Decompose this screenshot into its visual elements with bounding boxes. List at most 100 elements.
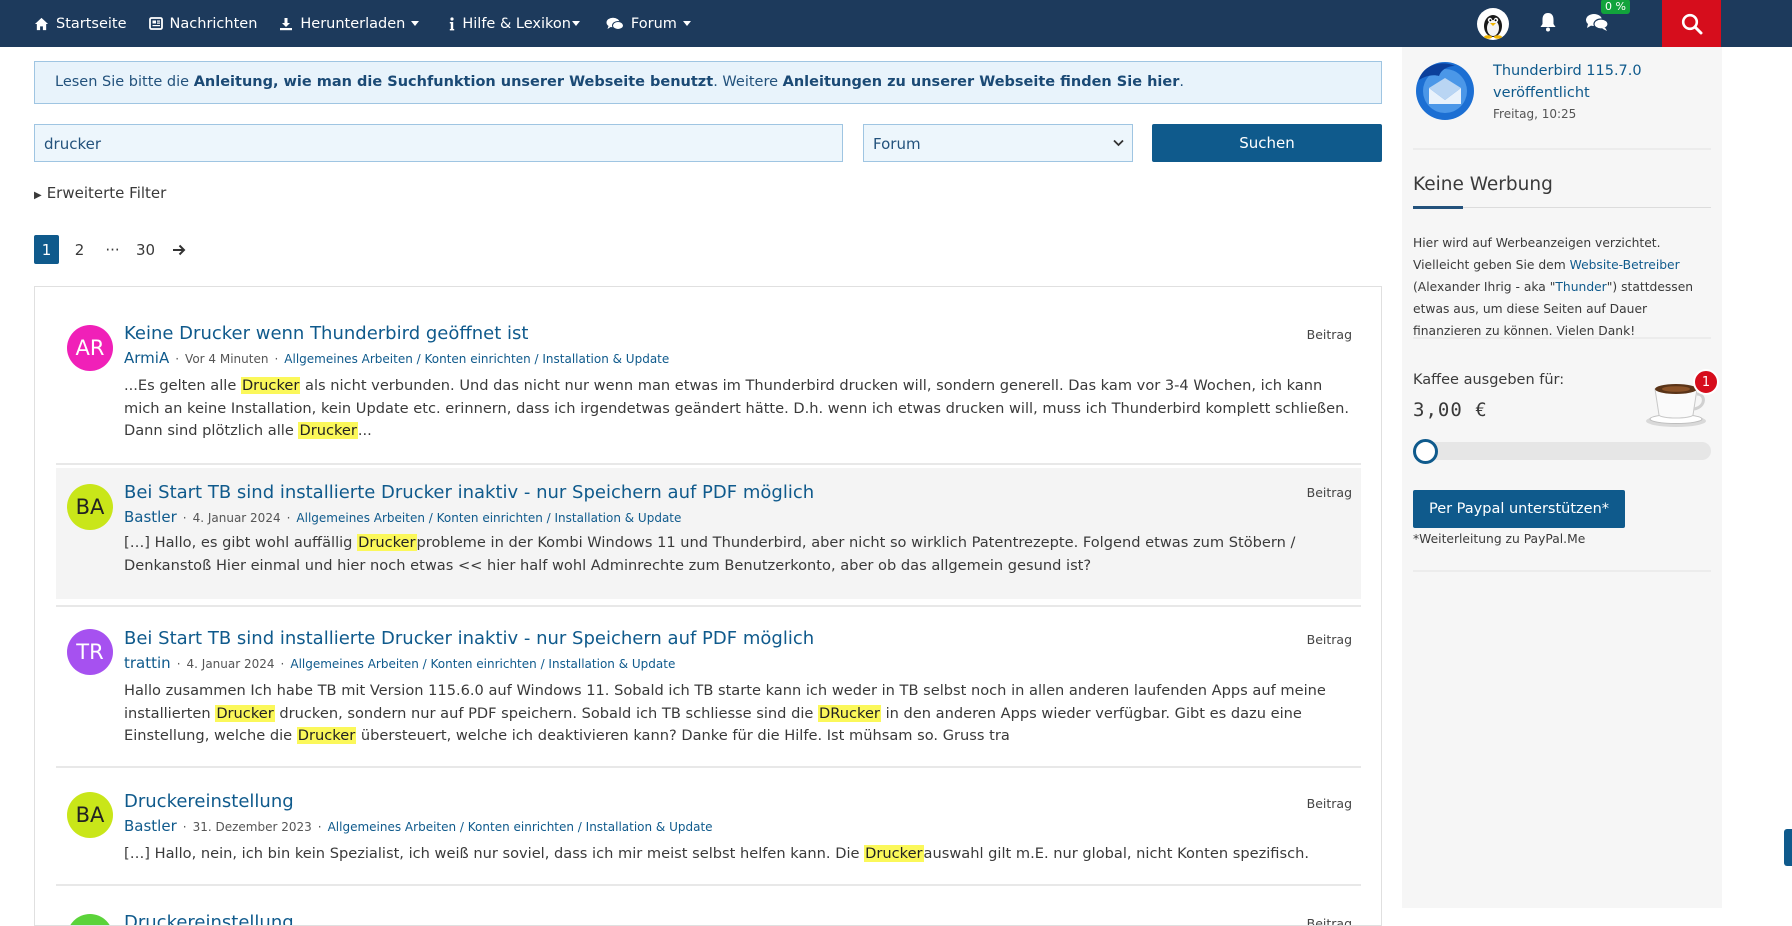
side-panel-tab[interactable] <box>1784 829 1792 866</box>
author-avatar[interactable] <box>67 914 113 925</box>
author-link[interactable]: Bastler <box>124 817 177 835</box>
category-link[interactable]: Allgemeines Arbeiten / Konten einrichten… <box>296 511 681 525</box>
filter-toggle-label: Erweiterte Filter <box>46 184 167 202</box>
user-avatar[interactable] <box>1477 7 1509 40</box>
result-type-label: Beitrag <box>1306 632 1352 647</box>
snippet-text: ... <box>357 422 372 440</box>
page-link-2[interactable]: 2 <box>67 235 92 264</box>
result-title-link[interactable]: Keine Drucker wenn Thunderbird geöffnet … <box>124 323 528 344</box>
page-link-1[interactable]: 1 <box>34 235 59 264</box>
notice-text: . Weitere <box>713 74 783 90</box>
highlighted-term: Drucker <box>298 422 358 440</box>
thunder-link[interactable]: Thunder <box>1555 280 1606 294</box>
search-button[interactable] <box>1662 0 1721 47</box>
notifications-button[interactable] <box>1539 12 1557 36</box>
coffee-amount-slider[interactable] <box>1413 442 1711 460</box>
result-snippet: […] Hallo, es gibt wohl auffällig Drucke… <box>124 532 1354 577</box>
result-divider <box>56 463 1361 465</box>
advanced-filter-toggle[interactable]: ▶ Erweiterte Filter <box>34 184 166 202</box>
result-time: 31. Dezember 2023 <box>192 820 312 834</box>
search-submit-button[interactable]: Suchen <box>1152 124 1382 162</box>
result-title-link[interactable]: Druckereinstellung <box>124 912 294 925</box>
website-operator-link[interactable]: Website-Betreiber <box>1570 258 1680 272</box>
snippet-text: auswahl gilt m.E. nur global, nicht Kont… <box>923 845 1309 862</box>
slider-handle[interactable] <box>1413 439 1438 464</box>
result-meta: Bastler · 4. Januar 2024 · Allgemeines A… <box>124 508 681 526</box>
next-page-button[interactable] <box>166 235 191 264</box>
scope-select[interactable]: Forum <box>863 124 1133 162</box>
result-title-link[interactable]: Bei Start TB sind installierte Drucker i… <box>124 482 814 503</box>
result-type-label: Beitrag <box>1306 916 1352 926</box>
main-nav: Startseite Nachrichten Herunterladen Hil… <box>34 0 713 47</box>
nav-forum[interactable]: Forum <box>606 16 691 32</box>
avatar-initials: AR <box>75 336 105 360</box>
author-link[interactable]: trattin <box>124 654 171 672</box>
author-avatar[interactable]: BA <box>67 792 113 838</box>
coffee-amount: 3,00 € <box>1413 399 1488 421</box>
highlighted-term: DRucker <box>818 704 881 722</box>
result-meta: ArmiA · Vor 4 Minuten · Allgemeines Arbe… <box>124 349 669 367</box>
penguin-avatar-icon <box>1484 14 1502 39</box>
user-area: 0 % <box>1477 0 1630 47</box>
result-time: 4. Januar 2024 <box>186 657 275 671</box>
sidebar: Thunderbird 115.7.0 veröffentlicht Freit… <box>1402 47 1722 908</box>
page-link-30[interactable]: 30 <box>133 235 158 264</box>
highlighted-term: Drucker <box>864 845 924 862</box>
meta-separator: · <box>280 657 285 671</box>
author-avatar[interactable]: AR <box>67 325 113 371</box>
nav-nachrichten[interactable]: Nachrichten <box>148 16 257 32</box>
meta-separator: · <box>286 511 291 525</box>
info-notice: Lesen Sie bitte die Anleitung, wie man d… <box>34 61 1382 104</box>
highlighted-term: Drucker <box>240 377 301 394</box>
snippet-text: drucken, sondern nur auf PDF speichern. … <box>274 704 819 722</box>
author-avatar[interactable]: TR <box>67 629 113 675</box>
notice-text: . <box>1179 74 1184 90</box>
home-icon <box>34 17 49 30</box>
highlighted-term: Drucker <box>215 704 275 722</box>
avatar-initials: BA <box>75 803 105 827</box>
result-snippet: Hallo zusammen Ich habe TB mit Version 1… <box>124 680 1354 748</box>
info-icon <box>450 16 455 30</box>
search-guide-link[interactable]: Anleitung, wie man die Suchfunktion unse… <box>194 74 714 90</box>
paypal-note: *Weiterleitung zu PayPal.Me <box>1413 532 1586 546</box>
category-link[interactable]: Allgemeines Arbeiten / Konten einrichten… <box>290 657 675 671</box>
chevron-down-icon <box>1113 139 1124 147</box>
newspaper-icon <box>148 17 163 30</box>
thunderbird-logo-icon <box>1416 62 1474 120</box>
result-title-link[interactable]: Bei Start TB sind installierte Drucker i… <box>124 628 814 649</box>
meta-separator: · <box>182 511 187 525</box>
result-title-link[interactable]: Druckereinstellung <box>124 791 294 812</box>
guides-link[interactable]: Anleitungen zu unserer Webseite finden S… <box>783 74 1180 90</box>
nav-label: Hilfe & Lexikon <box>462 15 571 32</box>
chevron-down-icon <box>682 21 691 26</box>
news-title-link[interactable]: Thunderbird 115.7.0 veröffentlicht <box>1493 60 1693 104</box>
coffee-label: Kaffee ausgeben für: <box>1413 372 1565 388</box>
category-link[interactable]: Allgemeines Arbeiten / Konten einrichten… <box>284 352 669 366</box>
author-avatar[interactable]: BA <box>67 484 113 530</box>
triangle-right-icon: ▶ <box>34 190 42 201</box>
result-item: Druckereinstellung Beitrag <box>56 886 1361 926</box>
author-link[interactable]: ArmiA <box>124 349 169 367</box>
divider <box>1413 148 1711 150</box>
nav-hilfe-lexikon[interactable]: Hilfe & Lexikon <box>449 16 580 32</box>
divider <box>1413 570 1711 572</box>
no-ads-heading: Keine Werbung <box>1413 174 1553 195</box>
nav-startseite[interactable]: Startseite <box>34 16 127 32</box>
conversations-button[interactable]: 0 % <box>1585 0 1630 36</box>
category-link[interactable]: Allgemeines Arbeiten / Konten einrichten… <box>328 820 713 834</box>
author-link[interactable]: Bastler <box>124 508 177 526</box>
nav-herunterladen[interactable]: Herunterladen <box>279 16 420 32</box>
search-icon <box>1681 13 1702 34</box>
paypal-support-button[interactable]: Per Paypal unterstützen* <box>1413 490 1625 528</box>
nav-label: Startseite <box>56 15 127 32</box>
no-ads-text-part: (Alexander Ihrig - aka " <box>1413 280 1556 294</box>
snippet-text: übersteuert, welche ich deaktivieren kan… <box>356 727 1010 745</box>
scope-select-value: Forum <box>873 135 921 153</box>
result-item: BA Bei Start TB sind installierte Drucker… <box>56 468 1361 607</box>
search-input[interactable]: drucker <box>34 124 843 162</box>
page-ellipsis[interactable]: ··· <box>100 235 125 264</box>
meta-separator: · <box>176 657 181 671</box>
result-time: 4. Januar 2024 <box>192 511 281 525</box>
bell-icon <box>1540 12 1556 31</box>
highlighted-term: Drucker <box>357 534 417 551</box>
